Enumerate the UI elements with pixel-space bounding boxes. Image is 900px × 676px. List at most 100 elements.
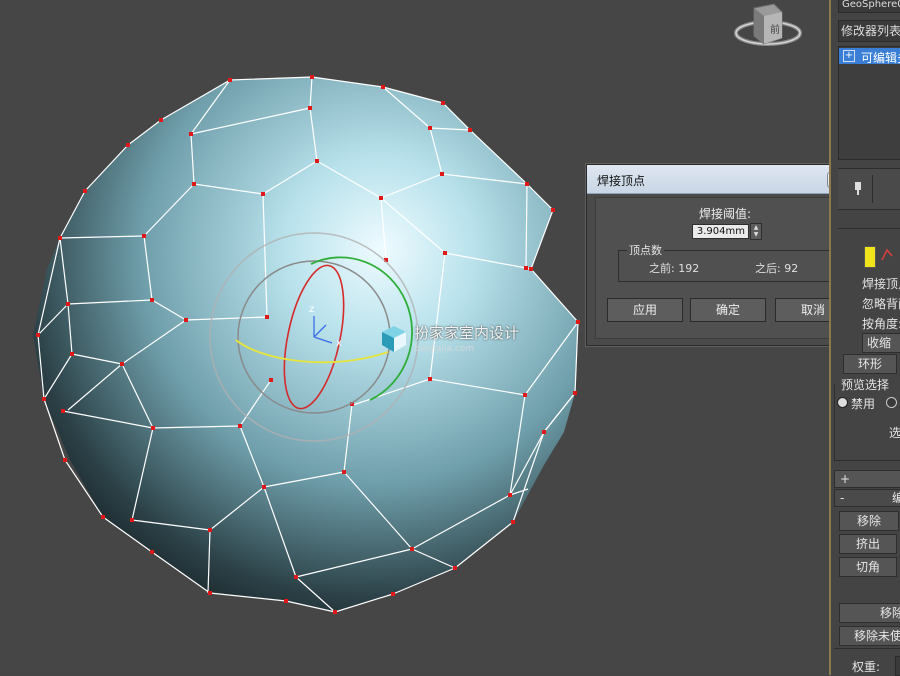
vertex-point [63,458,67,462]
vertex-point [310,75,314,79]
watermark-title: 扮家家室内设计 [414,324,520,342]
vertex-point [381,85,385,89]
rollout-collapsed[interactable]: + [834,470,900,488]
vertex-point [130,518,134,522]
vertex-point [61,409,65,413]
cube-logo-icon [382,326,406,352]
panel-divider [829,0,831,675]
vertex-point [228,78,232,82]
vertex-point [70,352,74,356]
vertex-point [308,106,312,110]
stack-toolbar [838,168,900,210]
by-angle-row: 按角度: [862,317,900,331]
apply-button[interactable]: 应用 [607,298,683,322]
vertex-point [101,515,105,519]
vertex-point [184,318,188,322]
vertex-point [126,143,130,147]
viewcube-face-label: 前 [770,23,780,36]
remove-isolated-button[interactable]: 移除 [839,603,900,623]
rollout-edit-title: 编 [892,490,900,506]
expand-icon[interactable]: + [843,50,855,62]
weld-vertices-dialog: 焊接顶点 ✕ 焊接阈值: 3.904mm ▲ ▼ 顶点数 之前: 192 之后:… [586,164,864,346]
vertex-point [150,298,154,302]
vertex-point [261,192,265,196]
vertex-point [192,182,196,186]
vertex-point [391,592,395,596]
vertex-point [151,426,155,430]
panel-separator [838,228,900,229]
weld-vertex-row: 焊接顶点 [862,277,900,291]
vertex-point [453,566,457,570]
vertex-point [36,333,40,337]
subobject-radio-icon[interactable] [886,397,897,408]
dialog-body: 焊接阈值: 3.904mm ▲ ▼ 顶点数 之前: 192 之后: 92 应用 … [595,197,855,339]
vertex-point [150,550,154,554]
vertex-point [58,236,62,240]
vertex-point [265,315,269,319]
disable-radio-label: 禁用 [851,397,876,411]
vertex-point [315,159,319,163]
vertex-point [551,208,555,212]
vertex-point [523,393,527,397]
vertex-point [441,101,445,105]
watermark: 扮家家室内设计 banjiajia.com [378,322,519,357]
vertex-point [440,172,444,176]
vertex-point [66,302,70,306]
vertex-point [576,320,580,324]
modifier-list-dropdown[interactable]: 修改器列表 [838,20,900,42]
vertex-level-icon[interactable] [864,246,876,268]
vertex-point [284,599,288,603]
viewcube[interactable]: 前 [730,0,810,50]
toolbar-separator [872,175,873,203]
threshold-spinner[interactable]: ▲ ▼ [750,223,762,240]
dialog-titlebar[interactable]: 焊接顶点 ✕ [587,165,863,194]
vertex-point [379,196,383,200]
modifier-stack: + 可编辑多 [838,46,900,160]
weight-label: 权重: [852,660,881,674]
gizmo-x-label: x [336,338,342,349]
vertex-point [468,128,472,132]
after-count: 之后: 92 [755,262,799,275]
weld-threshold-input[interactable]: 3.904mm [692,224,749,239]
sphere-body [33,77,578,612]
dialog-title: 焊接顶点 [597,174,646,188]
stack-item-editable-poly[interactable]: + 可编辑多 [839,48,900,65]
chamfer-button[interactable]: 切角 [839,557,897,577]
edge-level-icon[interactable] [880,248,894,262]
select-button-fragment[interactable]: 选 [889,424,900,441]
command-panel: GeoSphere0 修改器列表 + 可编辑多 焊接顶点 忽略背面 按角度: 收… [829,0,900,676]
before-count: 之前: 192 [649,262,700,275]
remove-button[interactable]: 移除 [839,511,899,531]
shrink-button[interactable]: 收缩 [862,333,900,353]
disable-radio-icon[interactable] [837,397,848,408]
vertex-count-group: 顶点数 之前: 192 之后: 92 [618,242,836,282]
vertex-point [159,118,163,122]
vertex-point [208,528,212,532]
vertex-count-label: 顶点数 [627,242,664,258]
weight-spinner[interactable] [895,656,900,676]
extrude-button[interactable]: 挤出 [839,534,897,554]
vertex-point [142,234,146,238]
weld-threshold-label: 焊接阈值: [698,207,752,221]
vertex-point [262,485,266,489]
ok-button[interactable]: 确定 [690,298,766,322]
vertex-point [529,267,533,271]
vertex-point [542,430,546,434]
ring-button[interactable]: 环形 [843,354,897,374]
vertex-point [269,378,273,382]
vertex-point [83,189,87,193]
spinner-down-icon[interactable]: ▼ [751,231,761,238]
vertex-point [525,182,529,186]
vertex-point [333,610,337,614]
vertex-point [42,397,46,401]
watermark-url: banjiajia.com [414,344,475,354]
pin-stack-icon[interactable] [852,181,864,195]
remove-unused-button[interactable]: 移除未使 [839,626,900,646]
object-name-field[interactable]: GeoSphere0 [838,0,900,13]
vertex-point [294,575,298,579]
gizmo-z-label: z [309,304,314,315]
rollout-expanded[interactable]: - 编 [834,489,900,507]
vertex-point [573,391,577,395]
vertex-point [120,362,124,366]
spinner-up-icon[interactable]: ▲ [751,224,761,231]
